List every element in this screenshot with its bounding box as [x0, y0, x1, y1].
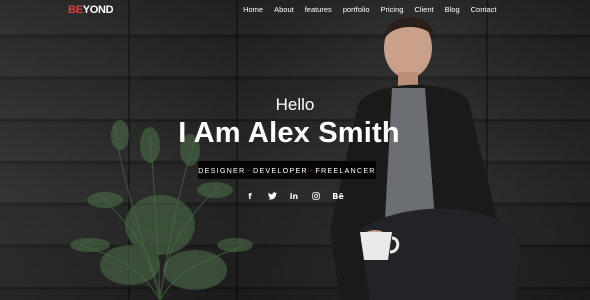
role-separator: - — [247, 165, 252, 175]
social-links: f in Bē — [244, 190, 344, 202]
role-freelancer: FREELANCER — [315, 165, 376, 175]
linkedin-icon[interactable]: in — [288, 190, 300, 202]
role-separator: - — [309, 165, 314, 175]
hero-headline: I Am Alex Smith — [178, 117, 400, 149]
nav-client[interactable]: Client — [409, 5, 439, 15]
hero-greeting: Hello — [275, 95, 315, 114]
role-designer: DESIGNER — [198, 165, 246, 175]
role-developer: DEVELOPER — [253, 165, 308, 175]
nav-pricing[interactable]: Pricing — [375, 5, 409, 15]
instagram-icon[interactable] — [310, 190, 322, 202]
nav-about[interactable]: About — [269, 5, 300, 15]
behance-icon[interactable]: Bē — [332, 190, 344, 202]
brand-logo[interactable]: BEYOND — [68, 4, 114, 16]
person-photo — [330, 17, 520, 300]
hero-section: BEYOND Home About features portfolio Pri… — [0, 0, 590, 300]
nav-home[interactable]: Home — [238, 5, 269, 15]
logo-accent-text: BE — [68, 4, 83, 16]
top-navbar: BEYOND Home About features portfolio Pri… — [0, 0, 590, 22]
nav-blog[interactable]: Blog — [439, 5, 465, 15]
nav-features[interactable]: features — [299, 5, 337, 15]
nav-portfolio[interactable]: portfolio — [337, 5, 375, 15]
roles-banner: DESIGNER - DEVELOPER - FREELANCER — [198, 161, 376, 179]
nav-menu: Home About features portfolio Pricing Cl… — [238, 5, 502, 15]
twitter-icon[interactable] — [266, 190, 278, 202]
nav-contact[interactable]: Contact — [465, 5, 502, 15]
logo-rest-text: YOND — [82, 4, 114, 16]
facebook-icon[interactable]: f — [244, 190, 256, 202]
